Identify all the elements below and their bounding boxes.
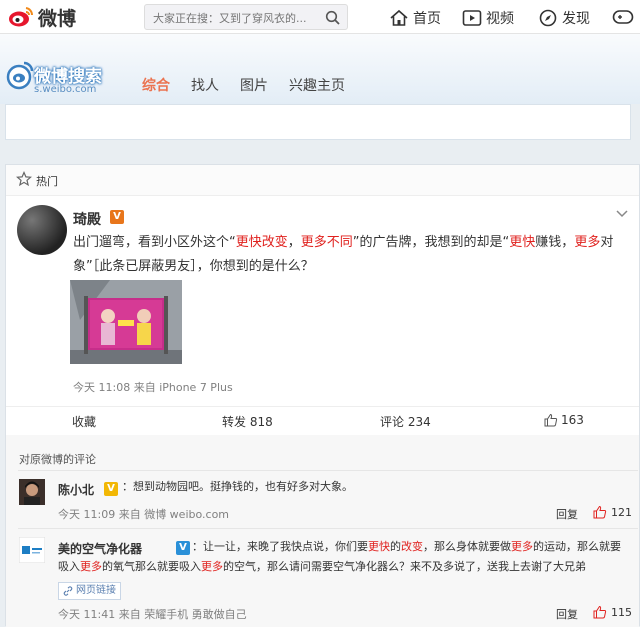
like-button[interactable]: 163 xyxy=(544,413,584,427)
highlighted-keyword: 更多不同 xyxy=(300,235,353,250)
nav-discover[interactable]: 发现 xyxy=(538,8,590,28)
repost-button[interactable]: 转发 818 xyxy=(222,413,273,430)
text-segment: 的氧气那么就要吸入 xyxy=(102,560,201,573)
highlighted-keyword: 更快改变 xyxy=(235,235,288,250)
nav-video[interactable]: 视频 xyxy=(462,8,514,28)
video-icon xyxy=(462,10,482,26)
top-search-box[interactable] xyxy=(144,4,348,30)
comment-avatar[interactable] xyxy=(19,537,45,563)
highlighted-keyword: 更多 xyxy=(511,540,533,553)
text-segment: 出门遛弯，看到小区外这个“ xyxy=(73,235,236,250)
comment-like-count: 115 xyxy=(611,605,632,619)
comment-text: ：想到动物园吧。挺挣钱的，也有好多对大象。 xyxy=(122,477,602,497)
comment-like-button[interactable]: 121 xyxy=(593,505,632,519)
nav-video-label: 视频 xyxy=(486,11,514,27)
comment-text: V ：让一让，来晚了我快点说，你们要更快的改变，那么身体就要做更多的运动，那么就要… xyxy=(58,537,628,577)
verified-badge: V xyxy=(110,210,124,224)
weibo-eye-icon xyxy=(9,7,34,27)
comments-divider xyxy=(18,470,638,471)
highlighted-keyword: 更多 xyxy=(574,235,601,250)
author-avatar[interactable] xyxy=(17,205,67,255)
web-link-label: 网页链接 xyxy=(76,585,116,596)
weibo-logo[interactable]: 微博 xyxy=(8,6,77,30)
highlighted-keyword: 更多 xyxy=(80,560,102,573)
top-search-input[interactable] xyxy=(151,8,321,28)
link-icon xyxy=(63,586,73,596)
comment-verified-badge: V xyxy=(104,482,118,496)
hot-section-header: 热门 xyxy=(6,165,639,196)
text-segment: ”的广告牌，我想到的却是“ xyxy=(352,235,510,250)
nav-home[interactable]: 首页 xyxy=(389,8,441,28)
top-navbar: 微博 首页 视频 发现 xyxy=(0,0,640,34)
post-time-source[interactable]: 今天 11:08 来自 iPhone 7 Plus xyxy=(73,379,233,395)
comment-verified-badge: V xyxy=(176,541,190,555)
text-segment: 的 xyxy=(390,540,401,553)
hot-section-label: 热门 xyxy=(36,175,58,188)
star-icon xyxy=(16,171,32,187)
weibo-logo-text: 微博 xyxy=(38,7,77,30)
weibo-search-logo-icon xyxy=(6,61,34,90)
highlighted-keyword: 更多 xyxy=(201,560,223,573)
comment-reply-button[interactable]: 回复 xyxy=(556,606,578,622)
nav-game[interactable] xyxy=(612,8,634,26)
post-actions-bar: 收藏 转发 818 评论 234 163 xyxy=(6,406,639,436)
comment-divider xyxy=(18,528,638,529)
search-tabs: 综合 找人 图片 兴趣主页 xyxy=(142,75,366,95)
favorite-button[interactable]: 收藏 xyxy=(72,413,96,430)
comment-reply-button[interactable]: 回复 xyxy=(556,506,578,522)
post-author-name[interactable]: 琦殿 xyxy=(73,209,101,229)
comment-like-count: 121 xyxy=(611,505,632,519)
text-segment: 的空气，那么请问需要空气净化器么？来不及多说了，送我上去谢了大兄弟 xyxy=(223,560,586,573)
chevron-down-icon[interactable] xyxy=(616,209,628,219)
tab-people[interactable]: 找人 xyxy=(191,75,219,95)
highlighted-keyword: 更快 xyxy=(509,235,536,250)
search-filter-bar xyxy=(5,104,631,140)
text-segment: ：想到动物园吧。挺挣钱的，也有好多对大象。 xyxy=(122,480,353,493)
thumbs-up-icon xyxy=(593,605,607,619)
comment-author-name[interactable]: 陈小北 xyxy=(58,481,94,498)
highlighted-keyword: 改变 xyxy=(401,540,423,553)
tab-pictures[interactable]: 图片 xyxy=(240,75,268,95)
comment-avatar[interactable] xyxy=(19,479,45,505)
weibo-search-domain: s.weibo.com xyxy=(34,84,97,95)
game-icon xyxy=(612,10,634,24)
billboard-photo xyxy=(70,280,182,364)
compass-icon xyxy=(539,9,557,27)
tab-comprehensive[interactable]: 综合 xyxy=(142,75,170,95)
web-link[interactable]: 网页链接 xyxy=(58,582,121,600)
post-image[interactable] xyxy=(70,280,182,364)
home-icon xyxy=(390,9,408,26)
comments-section: 对原微博的评论 陈小北 V ：想到动物园吧。挺挣钱的，也有好多对大象。 今天 1… xyxy=(6,435,639,627)
comment-button[interactable]: 评论 234 xyxy=(380,413,431,430)
comment-time-source[interactable]: 今天 11:09 来自 微博 weibo.com xyxy=(58,506,229,522)
thumbs-up-icon xyxy=(544,413,558,427)
tab-interest-pages[interactable]: 兴趣主页 xyxy=(289,75,345,95)
text-segment: 赚钱， xyxy=(535,235,575,250)
comment-like-button[interactable]: 115 xyxy=(593,605,632,619)
nav-discover-label: 发现 xyxy=(562,11,590,27)
like-count: 163 xyxy=(561,413,584,427)
search-icon[interactable] xyxy=(325,10,341,26)
text-segment: ，那么身体就要做 xyxy=(423,540,511,553)
comment-time-source[interactable]: 今天 11:41 来自 荣耀手机 勇敢做自己 xyxy=(58,606,247,622)
thumbs-up-icon xyxy=(593,505,607,519)
weibo-post-card: 热门 琦殿 V 出门遛弯，看到小区外这个“更快改变，更多不同”的广告牌，我想到的… xyxy=(5,164,640,627)
text-segment: ， xyxy=(287,235,301,250)
post-text: 出门遛弯，看到小区外这个“更快改变，更多不同”的广告牌，我想到的却是“更快赚钱，… xyxy=(73,231,633,279)
nav-home-label: 首页 xyxy=(413,11,441,27)
highlighted-keyword: 更快 xyxy=(368,540,390,553)
text-segment: ：让一让，来晚了我快点说，你们要 xyxy=(192,540,368,553)
comments-title: 对原微博的评论 xyxy=(19,453,96,466)
